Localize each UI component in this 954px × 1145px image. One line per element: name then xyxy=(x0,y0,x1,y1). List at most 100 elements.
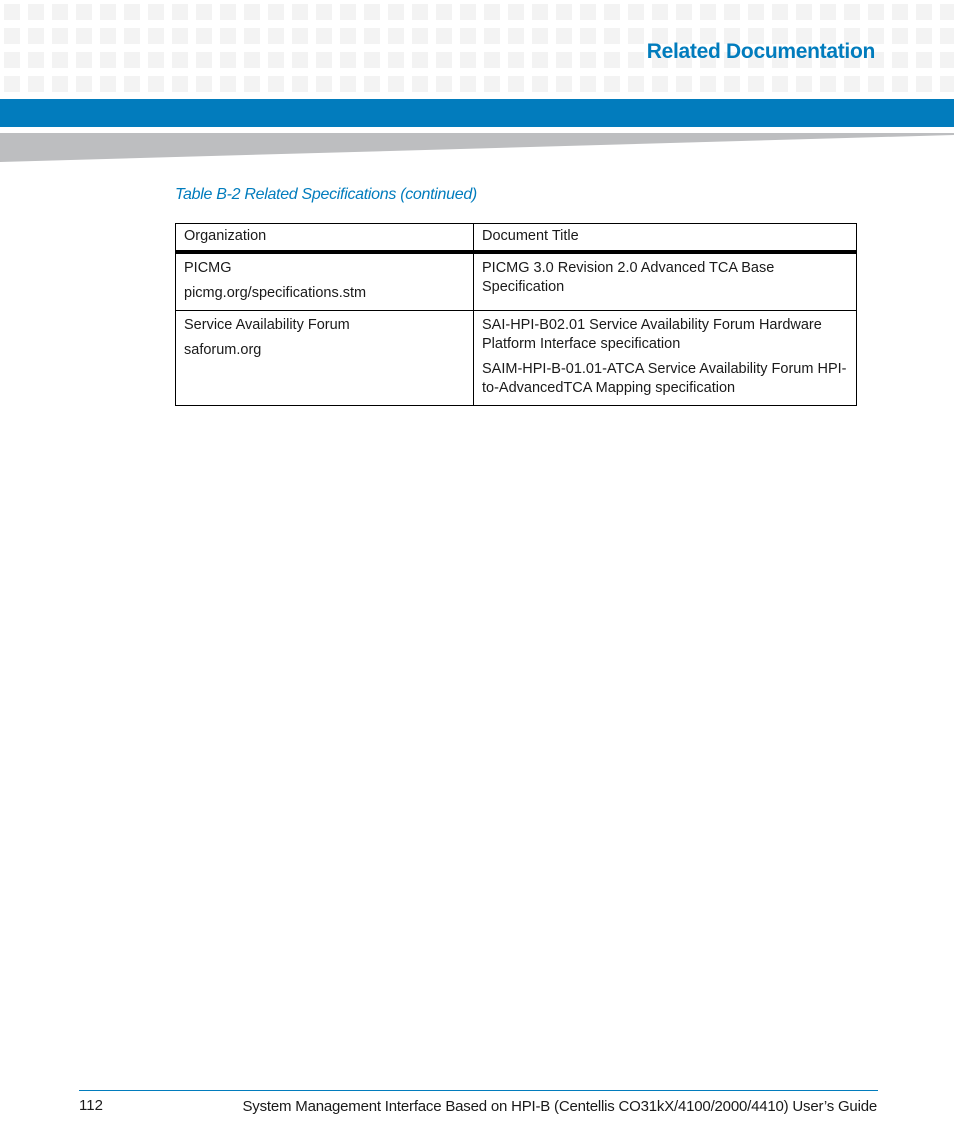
pattern-square xyxy=(412,52,428,68)
pattern-square xyxy=(28,52,44,68)
pattern-square xyxy=(4,4,20,20)
pattern-square xyxy=(460,28,476,44)
pattern-square xyxy=(28,76,44,92)
pattern-square xyxy=(580,4,596,20)
pattern-square xyxy=(268,76,284,92)
pattern-square xyxy=(508,4,524,20)
pattern-square xyxy=(292,4,308,20)
pattern-square xyxy=(556,52,572,68)
table-caption: Table B-2 Related Specifications (contin… xyxy=(175,186,477,203)
column-header-document-title: Document Title xyxy=(473,223,857,254)
pattern-square xyxy=(940,52,954,68)
pattern-square xyxy=(196,28,212,44)
pattern-square xyxy=(748,4,764,20)
pattern-square xyxy=(316,52,332,68)
pattern-square xyxy=(628,28,644,44)
pattern-square xyxy=(364,52,380,68)
pattern-square xyxy=(244,28,260,44)
pattern-square xyxy=(172,28,188,44)
pattern-square xyxy=(148,52,164,68)
pattern-square xyxy=(4,52,20,68)
pattern-square xyxy=(724,4,740,20)
organization-name: Service Availability Forum xyxy=(184,317,350,333)
pattern-square xyxy=(292,76,308,92)
pattern-square xyxy=(292,52,308,68)
pattern-square xyxy=(388,52,404,68)
pattern-square xyxy=(244,4,260,20)
pattern-square xyxy=(820,76,836,92)
pattern-square xyxy=(772,4,788,20)
table-row: PICMG picmg.org/specifications.stm PICMG… xyxy=(175,251,857,311)
pattern-square xyxy=(316,76,332,92)
organization-cell: PICMG picmg.org/specifications.stm xyxy=(175,251,474,311)
page-number: 112 xyxy=(79,1097,103,1114)
pattern-square xyxy=(460,76,476,92)
pattern-square xyxy=(460,52,476,68)
pattern-square xyxy=(172,76,188,92)
pattern-square xyxy=(676,4,692,20)
pattern-square xyxy=(28,4,44,20)
pattern-square xyxy=(52,76,68,92)
pattern-square xyxy=(52,28,68,44)
pattern-square xyxy=(292,28,308,44)
pattern-square xyxy=(532,4,548,20)
pattern-square xyxy=(508,52,524,68)
pattern-square xyxy=(748,76,764,92)
pattern-square xyxy=(892,28,908,44)
pattern-square xyxy=(172,52,188,68)
pattern-square xyxy=(388,4,404,20)
pattern-square xyxy=(556,76,572,92)
pattern-square xyxy=(76,4,92,20)
pattern-square xyxy=(172,4,188,20)
pattern-square xyxy=(316,4,332,20)
pattern-square xyxy=(124,52,140,68)
pattern-square xyxy=(436,4,452,20)
pattern-square xyxy=(844,4,860,20)
pattern-square xyxy=(196,76,212,92)
pattern-square xyxy=(100,76,116,92)
pattern-square xyxy=(580,76,596,92)
pattern-square xyxy=(508,76,524,92)
pattern-square xyxy=(484,52,500,68)
pattern-square xyxy=(604,4,620,20)
column-header-organization: Organization xyxy=(175,223,474,254)
pattern-square xyxy=(220,28,236,44)
pattern-square xyxy=(124,28,140,44)
pattern-square xyxy=(700,4,716,20)
pattern-square xyxy=(700,76,716,92)
pattern-square xyxy=(76,28,92,44)
pattern-square xyxy=(124,76,140,92)
pattern-square xyxy=(244,52,260,68)
pattern-square xyxy=(220,76,236,92)
pattern-square xyxy=(316,28,332,44)
document-title: PICMG 3.0 Revision 2.0 Advanced TCA Base… xyxy=(482,260,775,295)
pattern-square xyxy=(508,28,524,44)
pattern-square xyxy=(436,28,452,44)
pattern-square xyxy=(796,4,812,20)
organization-url: saforum.org xyxy=(184,342,262,358)
pattern-square xyxy=(388,28,404,44)
table-row: Service Availability Forum saforum.org S… xyxy=(175,310,857,406)
pattern-square xyxy=(148,4,164,20)
pattern-square xyxy=(940,76,954,92)
table-header-row: Organization Document Title xyxy=(175,223,857,254)
pattern-square xyxy=(100,4,116,20)
footer-rule xyxy=(79,1090,878,1091)
document-title-cell: SAI-HPI-B02.01 Service Availability Foru… xyxy=(473,310,857,406)
pattern-square xyxy=(580,52,596,68)
organization-name: PICMG xyxy=(184,260,232,276)
pattern-square xyxy=(484,76,500,92)
pattern-square xyxy=(340,52,356,68)
pattern-square xyxy=(148,28,164,44)
pattern-square xyxy=(388,76,404,92)
pattern-square xyxy=(76,76,92,92)
pattern-square xyxy=(796,76,812,92)
organization-cell: Service Availability Forum saforum.org xyxy=(175,310,474,406)
pattern-square xyxy=(916,76,932,92)
pattern-square xyxy=(940,4,954,20)
pattern-square xyxy=(868,4,884,20)
organization-url: picmg.org/specifications.stm xyxy=(184,285,367,301)
pattern-square xyxy=(556,28,572,44)
pattern-square xyxy=(364,28,380,44)
section-title: Related Documentation xyxy=(646,40,876,63)
